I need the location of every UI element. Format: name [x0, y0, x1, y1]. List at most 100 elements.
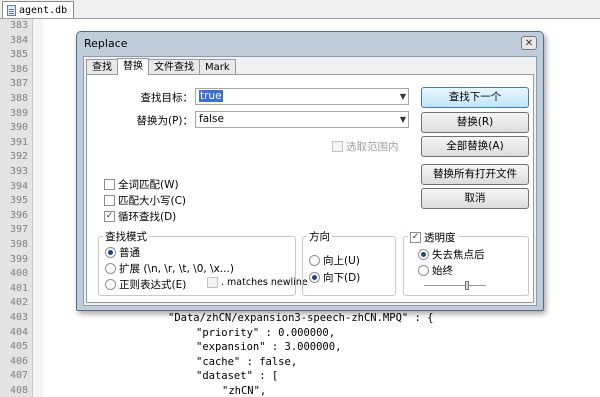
direction-up-radio[interactable]: 向上(U): [309, 253, 360, 268]
match-case-checkbox[interactable]: 匹配大小写(C): [104, 193, 186, 208]
line-number: 401: [9, 282, 28, 294]
file-tab[interactable]: agent.db: [2, 1, 75, 18]
tab-mark[interactable]: Mark: [199, 59, 236, 74]
line-number: 399: [9, 253, 28, 265]
chevron-down-icon[interactable]: ▼: [400, 89, 406, 104]
transparency-slider-thumb[interactable]: [465, 281, 470, 290]
match-case-label: 匹配大小写(C): [118, 195, 187, 207]
line-number: 394: [9, 180, 28, 192]
line-number: 406: [9, 355, 28, 367]
code-line: "Data/zhCN/expansion3-speech-zhCN.MPQ" :…: [168, 312, 434, 324]
line-number: 387: [9, 78, 28, 90]
matches-newline-label: . matches newline: [221, 277, 308, 288]
radio-dot: [105, 279, 116, 290]
checkbox-box: ✓: [410, 232, 421, 243]
mode-normal-radio[interactable]: 普通: [105, 245, 140, 260]
checkbox-box: [104, 179, 115, 190]
replace-dialog: Replace ✕ 查找 替换 文件查找 Mark 查找目标： true ▼ 替…: [76, 31, 544, 311]
close-button[interactable]: ✕: [521, 36, 537, 50]
direction-down-radio[interactable]: 向下(D): [309, 270, 360, 285]
transparency-lose-focus-label: 失去焦点后: [432, 249, 485, 261]
replace-button[interactable]: 替换(R): [421, 112, 529, 133]
line-number: 397: [9, 224, 28, 236]
line-number: 407: [9, 370, 28, 382]
line-number: 384: [9, 34, 28, 46]
tab-replace[interactable]: 替换: [117, 58, 149, 75]
transparency-always-label: 始终: [432, 265, 453, 277]
line-number: 390: [9, 122, 28, 134]
find-label: 查找目标：: [140, 92, 194, 104]
close-icon: ✕: [524, 38, 534, 49]
mode-extended-radio[interactable]: 扩展 (\n, \r, \t, \0, \x...): [105, 261, 234, 276]
wrap-around-label: 循环查找(D): [118, 211, 177, 223]
dialog-tabs: 查找 替换 文件查找 Mark: [86, 58, 236, 75]
line-number: 393: [9, 166, 28, 177]
line-number: 395: [9, 195, 28, 207]
transparency-checkbox[interactable]: ✓ 透明度: [408, 230, 458, 245]
line-number: 408: [9, 385, 28, 396]
whole-word-label: 全词匹配(W): [118, 179, 179, 191]
line-number: 389: [9, 107, 28, 119]
direction-title: 方向: [307, 229, 332, 244]
transparency-always-radio[interactable]: 始终: [418, 263, 453, 278]
replace-all-button[interactable]: 全部替换(A): [421, 136, 529, 157]
direction-up-label: 向上(U): [323, 255, 360, 267]
cancel-button[interactable]: 取消: [421, 188, 529, 209]
line-number: 400: [9, 268, 28, 280]
line-number: 383: [9, 20, 28, 31]
search-mode-group: 查找模式 普通 扩展 (\n, \r, \t, \0, \x...) 正则表达式…: [98, 229, 308, 296]
search-mode-title: 查找模式: [103, 229, 149, 244]
line-number: 404: [9, 326, 28, 338]
line-number: 403: [9, 312, 28, 323]
mode-regex-label: 正则表达式(E): [119, 279, 187, 291]
line-number: 402: [9, 297, 28, 309]
line-number: 388: [9, 93, 28, 104]
line-number: 386: [9, 63, 28, 75]
tab-find-in-files[interactable]: 文件查找: [148, 59, 200, 74]
line-number: 392: [9, 151, 28, 163]
mode-regex-radio[interactable]: 正则表达式(E): [105, 277, 186, 292]
transparency-group: ✓ 透明度 失去焦点后 始终: [403, 230, 529, 296]
chevron-down-icon[interactable]: ▼: [400, 112, 406, 127]
radio-dot: [105, 263, 116, 274]
line-number: 398: [9, 239, 28, 250]
file-tab-label: agent.db: [19, 4, 68, 16]
radio-dot: [309, 255, 320, 266]
checkbox-box: [104, 195, 115, 206]
radio-dot: [418, 265, 429, 276]
transparency-label: 透明度: [424, 232, 456, 244]
line-number: 405: [9, 341, 28, 353]
line-number: 391: [9, 136, 28, 148]
radio-dot: [105, 247, 116, 258]
radio-dot: [309, 272, 320, 283]
whole-word-checkbox[interactable]: 全词匹配(W): [104, 177, 179, 192]
replace-label: 替换为(P)：: [136, 115, 193, 127]
line-number: 396: [9, 209, 28, 221]
direction-group: 方向 向上(U) 向下(D): [302, 229, 396, 296]
fold-margin: [33, 19, 43, 397]
checkbox-box: ✓: [104, 211, 115, 222]
tab-find[interactable]: 查找: [86, 59, 118, 74]
replace-input[interactable]: false ▼: [195, 111, 409, 128]
dialog-title: Replace: [84, 37, 128, 50]
wrap-around-checkbox[interactable]: ✓ 循环查找(D): [104, 209, 176, 224]
find-next-button[interactable]: 查找下一个: [421, 87, 529, 108]
transparency-lose-focus-radio[interactable]: 失去焦点后: [418, 247, 485, 262]
checkbox-box: [332, 141, 343, 152]
in-selection-label: 选取范围内: [346, 141, 399, 153]
direction-down-label: 向下(D): [323, 272, 361, 284]
checkbox-box: [207, 277, 218, 288]
find-value: true: [199, 90, 223, 102]
mode-normal-label: 普通: [119, 247, 140, 259]
transparency-slider-track[interactable]: [424, 285, 486, 286]
find-input[interactable]: true ▼: [195, 88, 409, 105]
replace-value: false: [199, 113, 224, 125]
code-line: "dataset" : [: [196, 370, 279, 383]
mode-extended-label: 扩展 (\n, \r, \t, \0, \x...): [119, 263, 234, 275]
code-line: "cache" : false,: [196, 355, 298, 368]
in-selection-checkbox[interactable]: 选取范围内: [332, 139, 399, 154]
file-tab-bar: agent.db: [0, 0, 600, 19]
replace-all-open-files-button[interactable]: 替换所有打开文件: [421, 164, 529, 185]
line-number: 385: [9, 49, 28, 61]
matches-newline-checkbox[interactable]: . matches newline: [207, 277, 308, 288]
